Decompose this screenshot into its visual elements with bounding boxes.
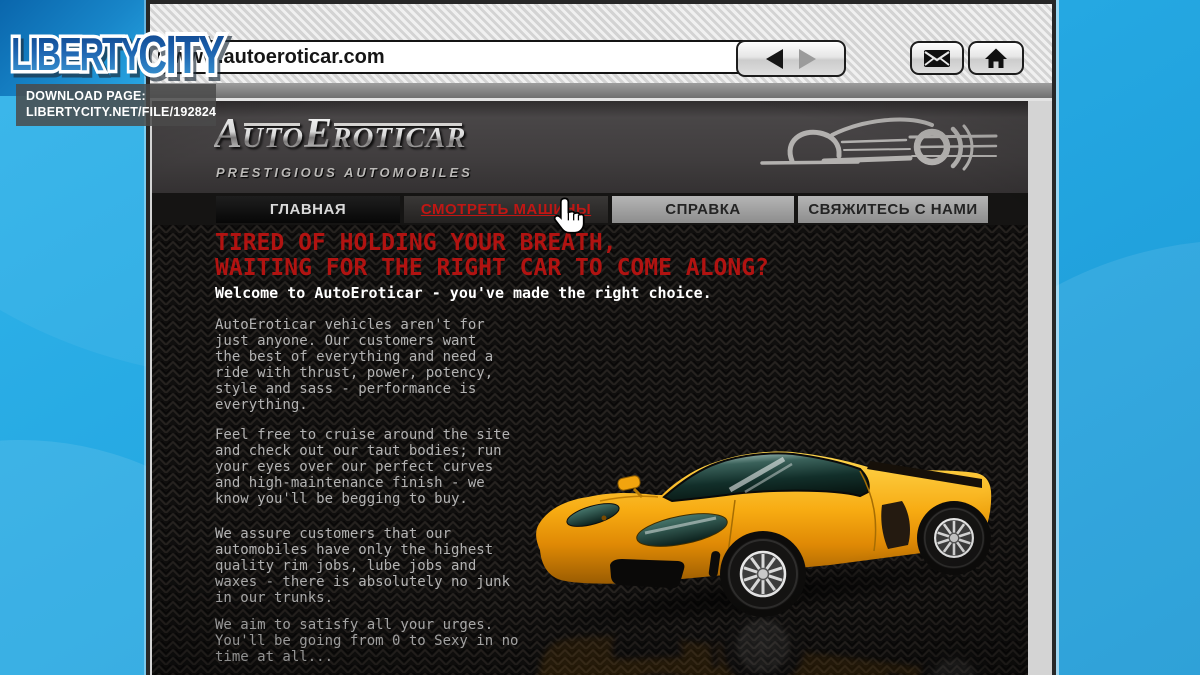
site-logo-text: UTO [242,115,304,161]
libertycity-logo: LIBERTY CITY LIBERTY CITY [8,14,308,86]
nav-item-help[interactable]: СПРАВКА [612,196,794,223]
sports-car-image [530,443,1000,675]
desktop-background: AUTOEROTICAR PRESTIGIOUS AUTOMOBILES [0,0,1200,675]
site-logo-text: E [304,111,332,157]
body-paragraph-1: AutoEroticar vehicles aren't forjust any… [215,317,493,413]
site-logo-text: ROTICAR [332,115,466,161]
home-icon [984,47,1008,69]
main-navigation: ГЛАВНАЯ СМОТРЕТЬ МАШИНЫ СПРАВКА СВЯЖИТЕС… [152,193,1028,225]
home-button[interactable] [968,41,1024,75]
headline-line2: WAITING FOR THE RIGHT CAR TO COME ALONG? [215,256,835,281]
back-forward-button-group [736,40,846,77]
nav-item-contact[interactable]: СВЯЖИТЕСЬ С НАМИ [798,196,988,223]
site-tagline: PRESTIGIOUS AUTOMOBILES [216,165,473,180]
body-paragraph-3: We assure customers that ourautomobiles … [215,526,510,606]
download-page-url: LIBERTYCITY.NET/FILE/192824 [26,104,216,120]
nav-item-home[interactable]: ГЛАВНАЯ [216,196,400,223]
headline-line1: TIRED OF HOLDING YOUR BREATH, [215,231,835,256]
forward-arrow-icon[interactable] [799,49,816,69]
download-page-watermark: DOWNLOAD PAGE: LIBERTYCITY.NET/FILE/1928… [16,84,216,126]
hand-cursor-icon [552,196,586,236]
site-logo: AUTOEROTICAR [214,111,466,161]
download-page-label: DOWNLOAD PAGE: [26,88,216,104]
mail-icon [923,49,951,68]
body-paragraph-2: Feel free to cruise around the siteand c… [215,427,510,507]
mail-button[interactable] [910,41,964,75]
browser-window: AUTOEROTICAR PRESTIGIOUS AUTOMOBILES [146,0,1056,675]
header-car-silhouette-icon [760,109,998,175]
body-paragraph-4: We aim to satisfy all your urges.You'll … [215,617,518,665]
back-arrow-icon[interactable] [766,49,783,69]
logo-text-city: CITY [138,25,224,85]
logo-text-liberty: LIBERTY [11,28,143,80]
webpage-autoeroticar: AUTOEROTICAR PRESTIGIOUS AUTOMOBILES [152,101,1028,675]
welcome-line: Welcome to AutoEroticar - you've made th… [215,284,712,302]
site-logo-text: A [214,111,242,157]
